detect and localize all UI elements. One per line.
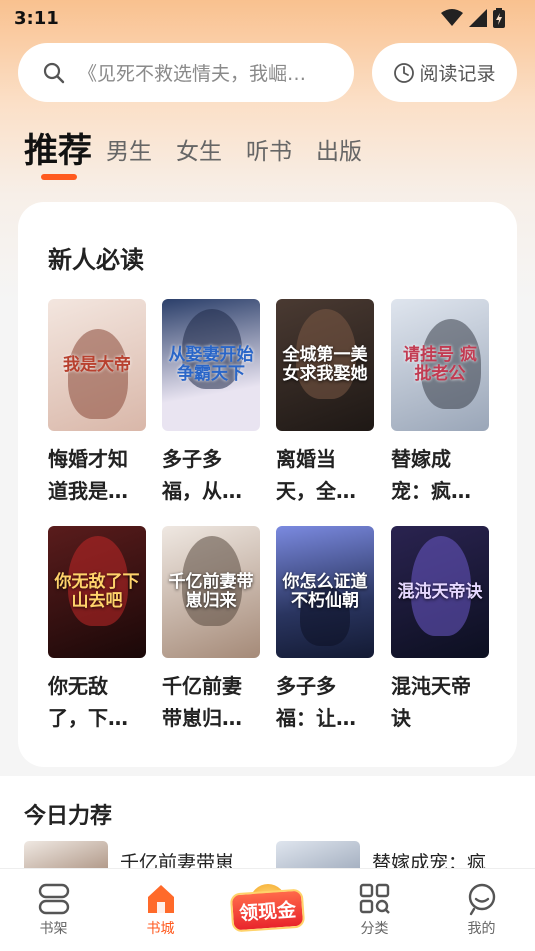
bookshelf-icon (38, 883, 69, 915)
tab-recommend[interactable]: 推荐 (24, 123, 92, 184)
section-title: 新人必读 (48, 246, 144, 274)
clock-icon (394, 62, 415, 83)
search-input[interactable]: 《见死不救选情夫，我崛… (18, 43, 354, 102)
nav-label: 书架 (39, 921, 68, 937)
tab-female[interactable]: 女生 (176, 132, 222, 184)
tab-published[interactable]: 出版 (316, 132, 362, 184)
nav-label: 分类 (360, 921, 389, 937)
book-item[interactable]: 我是大帝 悔婚才知道我是… (48, 299, 146, 507)
book-cover: 请挂号 疯批老公 (391, 299, 489, 431)
tab-male[interactable]: 男生 (106, 132, 152, 184)
today-recommend-section: 今日力荐 千亿前妻带崽 替嫁成宠：疯 (0, 776, 535, 881)
book-item[interactable]: 请挂号 疯批老公 替嫁成宠：疯… (391, 299, 489, 507)
reading-history-label: 阅读记录 (419, 63, 496, 85)
book-title: 离婚当天，全… (276, 447, 356, 503)
book-cover: 千亿前妻带崽归来 (162, 526, 260, 658)
cover-text: 全城第一美女求我娶她 (282, 345, 368, 384)
book-title: 替嫁成宠：疯… (391, 447, 471, 503)
book-title: 千亿前妻带崽归… (162, 674, 242, 730)
nav-profile[interactable]: 我的 (432, 882, 532, 938)
cover-text: 我是大帝 (63, 354, 131, 375)
nav-category[interactable]: 分类 (325, 882, 425, 938)
tab-audio[interactable]: 听书 (246, 132, 292, 184)
cover-text: 从娶妻开始争霸天下 (168, 345, 254, 384)
book-title: 多子多福：让… (276, 674, 356, 730)
book-cover: 从娶妻开始争霸天下 (162, 299, 260, 431)
cover-text: 混沌天帝诀 (397, 581, 483, 602)
book-cover: 你怎么证道不朽仙朝 (276, 526, 374, 658)
book-item[interactable]: 你无敌了下山去吧 你无敌了，下… (48, 526, 146, 734)
cash-icon: 领现金 (226, 878, 310, 942)
nav-label: 书城 (146, 921, 175, 937)
status-icons (441, 8, 505, 28)
book-title: 你无敌了，下… (48, 674, 128, 730)
book-title: 混沌天帝诀 (391, 674, 471, 730)
section-title: 今日力荐 (24, 804, 113, 829)
book-title: 多子多福，从… (162, 447, 242, 503)
book-cover: 你无敌了下山去吧 (48, 526, 146, 658)
cover-text: 你无敌了下山去吧 (54, 572, 140, 611)
book-title: 悔婚才知道我是… (48, 447, 128, 503)
book-item[interactable]: 从娶妻开始争霸天下 多子多福，从… (162, 299, 260, 507)
cover-text: 请挂号 疯批老公 (403, 345, 477, 384)
reading-history-button[interactable]: 阅读记录 (372, 43, 517, 102)
book-cover: 全城第一美女求我娶她 (276, 299, 374, 431)
search-icon (43, 62, 65, 83)
book-item[interactable]: 千亿前妻带崽归来 千亿前妻带崽归… (162, 526, 260, 734)
new-reader-section: 新人必读 我是大帝 悔婚才知道我是… 从娶妻开始争霸天下 多子多福，从… 全城第… (18, 202, 517, 767)
book-cover: 混沌天帝诀 (391, 526, 489, 658)
status-bar: 3:11 (0, 0, 535, 36)
book-item[interactable]: 你怎么证道不朽仙朝 多子多福：让… (276, 526, 374, 734)
signal-icon (469, 9, 487, 27)
category-tabs: 推荐 男生 女生 听书 出版 (24, 124, 362, 184)
store-icon (147, 885, 174, 913)
nav-store[interactable]: 书城 (111, 882, 211, 938)
category-icon (359, 883, 390, 914)
bottom-navigation: 书架 书城 领现金 分类 我的 (0, 868, 535, 951)
wifi-icon (441, 9, 463, 26)
cover-text: 你怎么证道不朽仙朝 (282, 572, 368, 611)
book-item[interactable]: 混沌天帝诀 混沌天帝诀 (391, 526, 489, 734)
cash-label: 领现金 (229, 888, 306, 932)
status-time: 3:11 (14, 7, 59, 29)
book-cover: 我是大帝 (48, 299, 146, 431)
nav-label: 我的 (467, 921, 496, 937)
cover-text: 千亿前妻带崽归来 (168, 572, 254, 611)
profile-icon (468, 883, 495, 916)
battery-icon (493, 8, 505, 28)
nav-bookshelf[interactable]: 书架 (4, 882, 104, 938)
search-placeholder: 《见死不救选情夫，我崛… (78, 63, 307, 85)
nav-cash-reward[interactable]: 领现金 (218, 878, 318, 942)
book-item[interactable]: 全城第一美女求我娶她 离婚当天，全… (276, 299, 374, 507)
